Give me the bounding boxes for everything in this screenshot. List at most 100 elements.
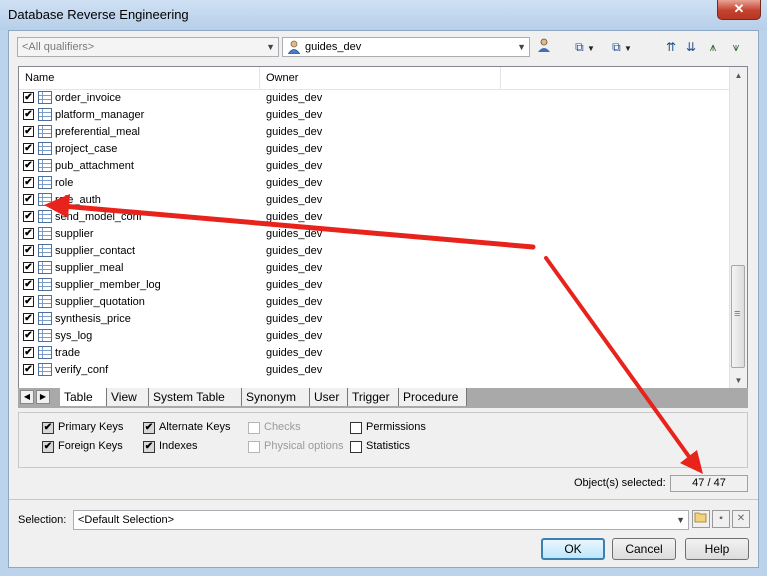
checkmark-icon: ✔ [42, 441, 54, 453]
row-checkbox[interactable]: ✔ [23, 347, 34, 358]
selection-label: Selection: [18, 514, 67, 526]
qualifier-value: <All qualifiers> [22, 41, 95, 53]
table-row[interactable]: ✔ supplier_member_log guides_dev [19, 277, 731, 294]
table-row[interactable]: ✔ trade guides_dev [19, 345, 731, 362]
toolbar: <All qualifiers> ▼ guides_dev ▼ ⧉ ▼ ⧉ ▼ … [9, 31, 758, 63]
row-name: synthesis_price [55, 313, 131, 325]
user-icon [287, 40, 301, 54]
deselect-icon[interactable]: ⧉ ▼ [607, 37, 637, 57]
row-name: supplier_member_log [55, 279, 161, 291]
checkmark-icon: ✔ [143, 422, 155, 434]
table-icon [38, 159, 52, 172]
row-name: trade [55, 347, 81, 359]
row-checkbox[interactable]: ✔ [23, 228, 34, 239]
tab-user[interactable]: User [310, 388, 348, 406]
row-checkbox[interactable]: ✔ [23, 330, 34, 341]
table-row[interactable]: ✔ verify_conf guides_dev [19, 362, 731, 379]
column-header-name[interactable]: Name [19, 67, 260, 89]
row-checkbox[interactable]: ✔ [23, 126, 34, 137]
row-checkbox[interactable]: ✔ [23, 160, 34, 171]
scroll-up-icon[interactable]: ▲ [730, 67, 747, 84]
move-down-icon[interactable]: ⇊ [683, 37, 699, 57]
ok-button[interactable]: OK [541, 538, 605, 560]
reverse-options-group: ✔ Primary Keys ✔ Foreign Keys ✔ Alternat… [18, 412, 748, 468]
table-row[interactable]: ✔ project_case guides_dev [19, 141, 731, 158]
row-checkbox[interactable]: ✔ [23, 177, 34, 188]
move-up-icon[interactable]: ⇈ [663, 37, 679, 57]
vertical-scrollbar[interactable]: ▲ ▼ [729, 67, 747, 389]
filter-clear-icon[interactable]: ⩛ [727, 37, 745, 57]
row-checkbox[interactable]: ✔ [23, 364, 34, 375]
row-checkbox[interactable]: ✔ [23, 211, 34, 222]
table-row[interactable]: ✔ sys_log guides_dev [19, 328, 731, 345]
table-row[interactable]: ✔ send_model_conf guides_dev [19, 209, 731, 226]
table-row[interactable]: ✔ preferential_meal guides_dev [19, 124, 731, 141]
table-row[interactable]: ✔ supplier_contact guides_dev [19, 243, 731, 260]
row-checkbox[interactable]: ✔ [23, 313, 34, 324]
tab-table[interactable]: Table [60, 388, 107, 406]
chevron-down-icon: ▼ [266, 42, 275, 52]
checkmark-icon: ✔ [42, 422, 54, 434]
foreign-keys-label: Foreign Keys [58, 440, 123, 452]
filter-icon[interactable]: ⩚ [704, 37, 722, 57]
row-name: supplier_contact [55, 245, 136, 257]
tab-scroll-right-icon[interactable]: ▶ [36, 390, 50, 404]
table-row[interactable]: ✔ role_auth guides_dev [19, 192, 731, 209]
objects-selected-count: 47 / 47 [670, 475, 748, 492]
cancel-button[interactable]: Cancel [612, 538, 676, 560]
row-checkbox[interactable]: ✔ [23, 296, 34, 307]
statistics-label: Statistics [366, 440, 411, 452]
qualifier-combo[interactable]: <All qualifiers> ▼ [17, 37, 279, 57]
table-icon [38, 227, 52, 240]
scroll-down-icon[interactable]: ▼ [730, 372, 747, 389]
row-checkbox[interactable]: ✔ [23, 92, 34, 103]
tab-system-table[interactable]: System Table [149, 388, 242, 406]
tab-procedure[interactable]: Procedure [399, 388, 467, 406]
select-all-icon[interactable]: ⧉ ▼ [570, 37, 600, 57]
row-name: order_invoice [55, 92, 122, 104]
row-owner: guides_dev [266, 109, 323, 121]
row-checkbox[interactable]: ✔ [23, 194, 34, 205]
selection-value: <Default Selection> [78, 514, 175, 526]
table-row[interactable]: ✔ supplier guides_dev [19, 226, 731, 243]
row-checkbox[interactable]: ✔ [23, 245, 34, 256]
table-row[interactable]: ✔ order_invoice guides_dev [19, 90, 731, 107]
table-row[interactable]: ✔ pub_attachment guides_dev [19, 158, 731, 175]
row-owner: guides_dev [266, 262, 323, 274]
row-name: pub_attachment [55, 160, 134, 172]
row-checkbox[interactable]: ✔ [23, 262, 34, 273]
row-checkbox[interactable]: ✔ [23, 143, 34, 154]
table-row[interactable]: ✔ supplier_meal guides_dev [19, 260, 731, 277]
table-row[interactable]: ✔ synthesis_price guides_dev [19, 311, 731, 328]
column-header-owner[interactable]: Owner [260, 67, 501, 89]
table-row[interactable]: ✔ platform_manager guides_dev [19, 107, 731, 124]
tab-view[interactable]: View [107, 388, 149, 406]
title-bar[interactable]: Database Reverse Engineering ✕ [0, 0, 767, 30]
checkmark-icon: ✔ [143, 441, 155, 453]
row-checkbox[interactable]: ✔ [23, 109, 34, 120]
row-owner: guides_dev [266, 364, 323, 376]
open-folder-icon[interactable] [692, 510, 710, 528]
owner-icon[interactable] [536, 37, 552, 57]
scroll-thumb[interactable] [731, 265, 745, 368]
row-name: send_model_conf [55, 211, 142, 223]
object-list[interactable]: Name Owner ✔ order_invoice guides_dev ✔ plat… [18, 66, 748, 390]
help-button[interactable]: Help [685, 538, 749, 560]
table-icon [38, 91, 52, 104]
row-owner: guides_dev [266, 296, 323, 308]
table-icon [38, 244, 52, 257]
save-icon[interactable]: ▪ [712, 510, 730, 528]
delete-icon[interactable]: ✕ [732, 510, 750, 528]
tab-trigger[interactable]: Trigger [348, 388, 399, 406]
tab-scroll-left-icon[interactable]: ◀ [20, 390, 34, 404]
row-name: role_auth [55, 194, 101, 206]
table-icon [38, 193, 52, 206]
row-checkbox[interactable]: ✔ [23, 279, 34, 290]
divider [9, 499, 758, 500]
table-row[interactable]: ✔ role guides_dev [19, 175, 731, 192]
tab-synonym[interactable]: Synonym [242, 388, 310, 406]
owner-combo[interactable]: guides_dev ▼ [282, 37, 530, 57]
close-button[interactable]: ✕ [717, 0, 761, 20]
table-row[interactable]: ✔ supplier_quotation guides_dev [19, 294, 731, 311]
selection-combo[interactable]: <Default Selection> ▼ [73, 510, 689, 530]
